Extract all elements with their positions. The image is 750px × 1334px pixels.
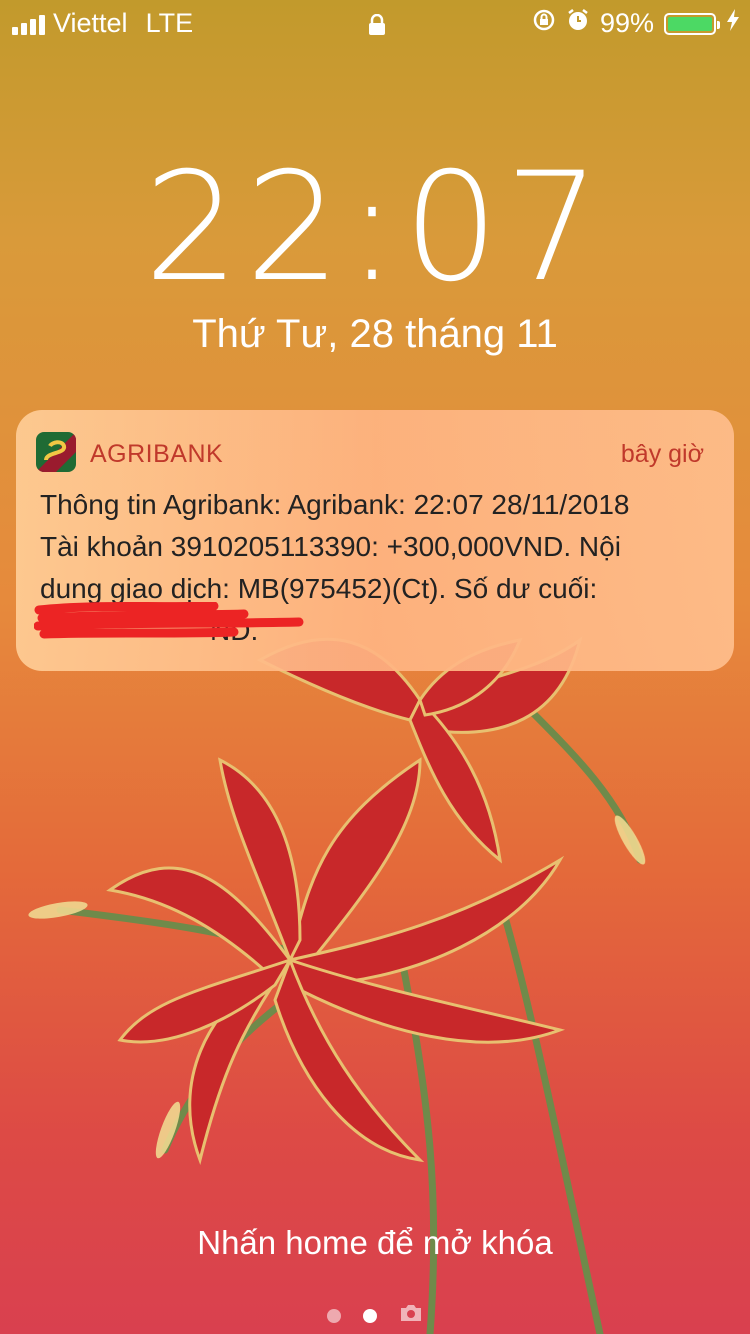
battery-percent: 99% [599,8,654,38]
page-dot-active[interactable] [363,1308,377,1323]
charging-icon [726,8,740,39]
status-bar: Viettel LTE 99% [0,0,750,48]
page-dot[interactable] [327,1308,341,1323]
unlock-hint: Nhấn home để mở khóa [197,1224,553,1261]
lock-screen-date: Thứ Tư, 28 tháng 11 [192,312,558,356]
battery-icon [664,12,720,35]
page-indicator[interactable] [0,1303,750,1328]
notification-line: Thông tin Agribank: Agribank: 22:07 28/1… [40,489,630,520]
signal-icon [12,13,45,35]
notification-card[interactable]: AGRIBANK bây giờ Thông tin Agribank: Agr… [16,410,734,671]
notification-time: bây giờ [620,440,704,468]
lock-icon [368,12,386,43]
network-type: LTE [145,8,194,38]
battery-fill [668,16,712,31]
alarm-icon [566,8,590,39]
rotation-lock-icon [532,8,556,39]
lock-screen-time: 22:07 [143,141,607,315]
notification-header: AGRIBANK bây giờ [36,432,704,476]
redaction-scribble [34,602,304,639]
notification-line: Tài khoản 3910205113390: +300,000VND. Nộ… [40,531,621,562]
carrier-name: Viettel [53,8,128,38]
notification-app-name: AGRIBANK [90,440,224,468]
camera-icon[interactable] [399,1303,423,1328]
agribank-app-icon [36,432,76,472]
